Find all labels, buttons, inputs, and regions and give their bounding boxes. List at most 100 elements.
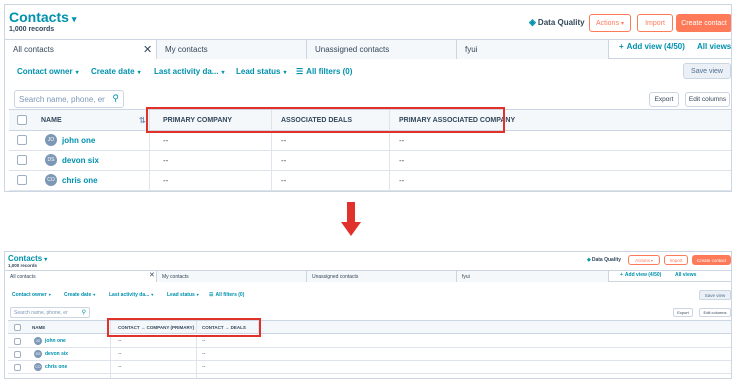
all-views-link[interactable]: All views — [675, 272, 696, 278]
import-button[interactable]: Import — [637, 14, 673, 32]
save-view-button[interactable]: Save view — [683, 63, 731, 79]
import-button[interactable]: Import — [664, 255, 688, 265]
column-divider — [196, 335, 197, 378]
page-title[interactable]: Contacts ▾ — [9, 9, 76, 25]
all-views-link[interactable]: All views — [697, 42, 731, 51]
tab-unassigned-contacts[interactable]: Unassigned contacts — [307, 271, 457, 282]
filter-contact-owner[interactable]: Contact owner ▾ — [12, 292, 51, 298]
column-header-name[interactable]: NAME — [41, 110, 62, 131]
tab-all-contacts-label: All contacts — [10, 273, 36, 280]
contact-name-link[interactable]: chris one — [45, 361, 67, 373]
highlight-box — [107, 318, 261, 337]
all-filters-button[interactable]: ☰ All filters (0) — [209, 292, 244, 298]
filter-contact-owner-label: Contact owner — [12, 292, 47, 298]
filter-contact-owner[interactable]: Contact owner ▾ — [17, 67, 79, 76]
title-caret-icon: ▾ — [71, 14, 77, 24]
plus-icon: + — [619, 42, 624, 51]
filter-lead-status[interactable]: Lead status ▾ — [236, 67, 286, 76]
search-placeholder: Search name, phone, er — [19, 94, 105, 104]
tab-custom-view[interactable]: fyui — [457, 271, 609, 282]
table-row[interactable]: DS devon six -- -- — [8, 348, 731, 361]
tab-all-contacts[interactable]: All contacts ✕ — [5, 271, 157, 282]
plus-icon: + — [620, 272, 623, 278]
page-title-text: Contacts — [9, 9, 69, 25]
export-button[interactable]: Export — [673, 308, 693, 317]
select-all-checkbox[interactable] — [14, 324, 21, 331]
actions-button[interactable]: Actions ▾ — [589, 14, 631, 32]
before-screenshot: Contacts ▾ 1,000 records ◈ Data Quality Ac… — [4, 4, 732, 192]
tab-my-contacts[interactable]: My contacts — [157, 271, 307, 282]
avatar: JO — [34, 337, 42, 345]
add-view-button[interactable]: + Add view (4/50) — [619, 42, 685, 51]
tab-all-contacts[interactable]: All contacts ✕ — [5, 40, 157, 59]
filter-create-date[interactable]: Create date ▾ — [91, 67, 141, 76]
filter-icon: ☰ — [296, 67, 304, 76]
chevron-down-icon: ▾ — [75, 70, 79, 76]
sort-icon[interactable]: ⇅ — [139, 110, 146, 131]
tab-unassigned-contacts[interactable]: Unassigned contacts — [307, 40, 457, 59]
actions-button[interactable]: Actions ▾ — [628, 255, 660, 265]
data-quality-link[interactable]: ◈Data Quality — [587, 257, 621, 263]
filter-icon: ☰ — [209, 292, 214, 298]
search-icon[interactable]: ⚲ — [82, 309, 86, 316]
contact-name-link[interactable]: chris one — [62, 171, 98, 190]
page-title[interactable]: Contacts ▾ — [8, 254, 47, 263]
table-row[interactable]: CO chris one -- -- -- — [9, 171, 731, 191]
search-icon[interactable]: ⚲ — [112, 93, 119, 104]
row-checkbox[interactable] — [14, 338, 21, 345]
contact-name-link[interactable]: john one — [62, 131, 95, 150]
create-contact-button[interactable]: Create contact — [676, 14, 731, 32]
tab-custom-label: fyui — [462, 273, 470, 280]
actions-label: Actions — [635, 257, 650, 263]
filter-last-activity-label: Last activity da... — [109, 292, 150, 298]
after-screenshot: Contacts ▾ 1,000 records ◈Data Quality Ac… — [4, 251, 732, 379]
tab-my-contacts[interactable]: My contacts — [157, 40, 307, 59]
contact-name-link[interactable]: john one — [45, 335, 66, 347]
all-filters-button[interactable]: ☰ All filters (0) — [296, 67, 352, 76]
row-checkbox[interactable] — [14, 351, 21, 358]
filter-create-date[interactable]: Create date ▾ — [64, 292, 95, 298]
search-input[interactable]: Search name, phone, er ⚲ — [10, 307, 90, 318]
add-view-button[interactable]: + Add view (4/50) — [620, 272, 661, 278]
save-view-label: Save view — [691, 67, 723, 75]
table-row[interactable]: CO chris one -- -- — [8, 361, 731, 374]
contact-name-link[interactable]: devon six — [62, 151, 99, 170]
primary-associated-company-cell: -- — [399, 156, 405, 165]
filter-lead-status[interactable]: Lead status ▾ — [167, 292, 199, 298]
primary-associated-company-cell: -- — [399, 136, 405, 145]
close-icon[interactable]: ✕ — [143, 43, 152, 56]
edit-columns-button[interactable]: Edit columns — [699, 308, 731, 317]
filter-lead-status-label: Lead status — [236, 67, 281, 76]
create-contact-button[interactable]: Create contact — [692, 255, 731, 265]
filter-last-activity[interactable]: Last activity da... ▾ — [154, 67, 224, 76]
tab-custom-view[interactable]: fyui — [457, 40, 609, 59]
column-header-name[interactable]: NAME — [32, 321, 45, 334]
tab-unassigned-label: Unassigned contacts — [312, 273, 359, 280]
row-checkbox[interactable] — [14, 364, 21, 371]
row-checkbox[interactable] — [17, 175, 27, 185]
tab-all-contacts-label: All contacts — [13, 45, 54, 54]
data-quality-icon: ◈ — [529, 17, 536, 27]
row-checkbox[interactable] — [17, 135, 27, 145]
table-row[interactable]: JO john one -- -- -- — [9, 131, 731, 151]
chevron-down-icon: ▾ — [137, 70, 141, 76]
filter-last-activity[interactable]: Last activity da... ▾ — [109, 292, 153, 298]
table-row[interactable]: DS devon six -- -- -- — [9, 151, 731, 171]
chevron-down-icon: ▾ — [93, 292, 96, 297]
edit-columns-button[interactable]: Edit columns — [685, 92, 730, 107]
tab-unassigned-label: Unassigned contacts — [315, 45, 390, 54]
record-count: 1,000 records — [9, 26, 55, 33]
search-input[interactable]: Search name, phone, er ⚲ — [14, 90, 124, 108]
data-quality-link[interactable]: ◈Data Quality — [529, 17, 585, 28]
export-button[interactable]: Export — [649, 92, 679, 107]
data-quality-icon: ◈ — [587, 257, 591, 263]
select-all-checkbox[interactable] — [17, 115, 27, 125]
record-count: 1,000 records — [8, 263, 38, 268]
row-checkbox[interactable] — [17, 155, 27, 165]
tab-my-contacts-label: My contacts — [162, 273, 189, 280]
column-divider — [389, 131, 390, 191]
add-view-label: Add view (4/50) — [626, 42, 685, 51]
contact-name-link[interactable]: devon six — [45, 348, 68, 360]
save-view-button[interactable]: Save view — [699, 290, 731, 300]
close-icon[interactable]: ✕ — [149, 271, 155, 279]
